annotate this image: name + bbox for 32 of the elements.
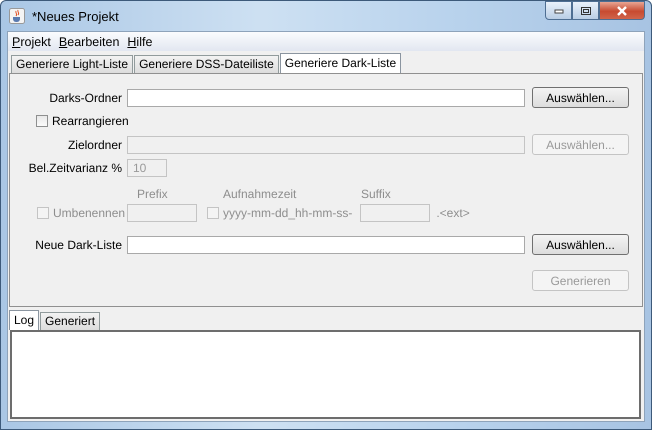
tab[interactable]: Log xyxy=(9,310,40,330)
field-label: Neue Dark-Liste xyxy=(34,238,122,252)
maximize-button[interactable] xyxy=(572,1,599,20)
input-field[interactable] xyxy=(127,88,525,106)
field-label: Zielordner xyxy=(66,138,122,152)
checkbox-label: Rearrangieren xyxy=(52,114,129,128)
checkbox[interactable] xyxy=(36,115,48,127)
close-button[interactable] xyxy=(599,1,645,20)
menu-item[interactable]: Bearbeiten xyxy=(58,34,120,48)
tab[interactable]: Generiert xyxy=(40,312,100,330)
maximize-icon xyxy=(580,6,592,16)
field-label: Darks-Ordner xyxy=(48,90,122,104)
close-icon xyxy=(616,6,628,16)
tab[interactable]: Generiere DSS-Dateiliste xyxy=(134,55,279,73)
browse-button[interactable]: Auswählen... xyxy=(532,87,629,108)
field-label: Bel.Zeitvarianz % xyxy=(28,160,122,174)
checkbox-label: yyyy-mm-dd_hh-mm-ss- xyxy=(223,206,352,220)
extension-label: .<ext> xyxy=(436,206,470,220)
browse-button[interactable]: Auswählen... xyxy=(532,234,629,255)
column-heading: Suffix xyxy=(361,187,391,201)
window-title: *Neues Projekt xyxy=(32,8,119,24)
minimize-icon xyxy=(554,8,564,14)
tab[interactable]: Generiere Dark-Liste xyxy=(280,53,402,73)
tab[interactable]: Generiere Light-Liste xyxy=(11,55,134,73)
column-heading: Aufnahmezeit xyxy=(223,187,296,201)
minimize-button[interactable] xyxy=(545,1,572,20)
coffee-cup-icon xyxy=(9,8,25,24)
column-heading: Prefix xyxy=(137,187,168,201)
checkbox-label: Umbenennen xyxy=(53,206,126,220)
menu-item[interactable]: Hilfe xyxy=(127,34,152,48)
menu-item[interactable]: Projekt xyxy=(12,34,51,48)
input-field[interactable] xyxy=(127,236,525,254)
